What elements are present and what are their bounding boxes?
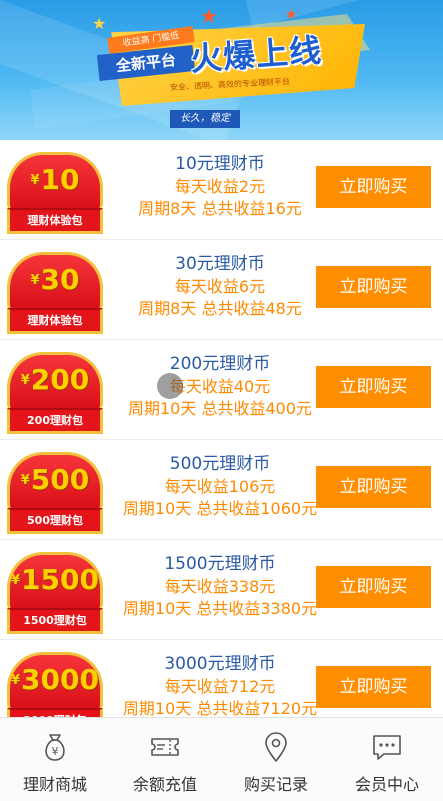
product-info: 1500元理财币 每天收益338元 周期10天 总共收益3380元: [110, 552, 330, 620]
coupon-amount: ¥3000: [11, 663, 99, 696]
product-title: 200元理财币: [169, 354, 271, 374]
star-icon: ★: [285, 7, 298, 23]
coupon-caption: 200理财包: [27, 414, 83, 427]
tab-recharge[interactable]: 余额充值: [110, 718, 220, 801]
product-info: 200元理财币 每天收益40元 周期10天 总共收益400元: [110, 352, 330, 420]
product-daily-income: 每天收益712元: [164, 677, 276, 696]
currency-symbol: ¥: [11, 573, 21, 588]
product-daily-income: 每天收益338元: [164, 577, 276, 596]
coupon-amount: ¥1500: [11, 563, 99, 596]
product-info: 10元理财币 每天收益2元 周期8天 总共收益16元: [110, 152, 330, 220]
product-info: 30元理财币 每天收益6元 周期8天 总共收益48元: [110, 252, 330, 320]
touch-cursor-indicator: [157, 373, 183, 399]
product-daily-income: 每天收益106元: [164, 477, 276, 496]
coupon-amount: ¥30: [30, 263, 80, 296]
tab-purchase-records[interactable]: 购买记录: [221, 718, 331, 801]
buy-now-button[interactable]: 立即购买: [316, 666, 431, 708]
product-item: ¥500 500理财包 500元理财币 每天收益106元 周期10天 总共收益1…: [0, 440, 443, 540]
coupon-badge: ¥30 理财体验包: [7, 252, 103, 334]
buy-now-button[interactable]: 立即购买: [316, 466, 431, 508]
svg-text:¥: ¥: [52, 745, 59, 758]
buy-now-button[interactable]: 立即购买: [316, 266, 431, 308]
product-item: ¥1500 1500理财包 1500元理财币 每天收益338元 周期10天 总共…: [0, 540, 443, 640]
product-item: ¥30 理财体验包 30元理财币 每天收益6元 周期8天 总共收益48元 立即购…: [0, 240, 443, 340]
promo-banner[interactable]: ★ ★ ★ 收益高 门槛低 全新平台 火爆上线 安全、透明、高效的专业理财平台 …: [0, 0, 443, 140]
coupon-badge: ¥1500 1500理财包: [7, 552, 103, 634]
currency-symbol: ¥: [11, 673, 21, 688]
tab-finance-mall[interactable]: ¥ 理财商城: [0, 718, 110, 801]
coupon-badge: ¥500 500理财包: [7, 452, 103, 534]
coupon-amount: ¥10: [30, 163, 80, 196]
product-title: 3000元理财币: [164, 654, 276, 674]
currency-symbol: ¥: [30, 173, 40, 188]
product-title: 30元理财币: [175, 254, 265, 274]
product-title: 500元理财币: [169, 454, 271, 474]
currency-symbol: ¥: [30, 273, 40, 288]
coupon-caption: 1500理财包: [23, 614, 87, 627]
product-period: 周期10天 总共收益3380元: [122, 599, 318, 618]
product-period: 周期8天 总共收益16元: [138, 199, 302, 218]
star-icon: ★: [92, 14, 107, 33]
tab-label: 会员中心: [354, 775, 419, 794]
product-list: ¥10 理财体验包 10元理财币 每天收益2元 周期8天 总共收益16元 立即购…: [0, 140, 443, 740]
location-pin-icon: [265, 732, 287, 762]
coupon-badge: ¥10 理财体验包: [7, 152, 103, 234]
product-period: 周期8天 总共收益48元: [138, 299, 302, 318]
banner-stable-tag: 长久，稳定: [170, 110, 240, 128]
product-title: 10元理财币: [175, 154, 265, 174]
product-info: 500元理财币 每天收益106元 周期10天 总共收益1060元: [110, 452, 330, 520]
product-item: ¥10 理财体验包 10元理财币 每天收益2元 周期8天 总共收益16元 立即购…: [0, 140, 443, 240]
product-daily-income: 每天收益6元: [174, 277, 266, 296]
buy-now-button[interactable]: 立即购买: [316, 166, 431, 208]
ticket-icon: [151, 738, 179, 756]
product-period: 周期10天 总共收益1060元: [122, 499, 318, 518]
product-daily-income: 每天收益40元: [169, 377, 271, 396]
tab-member-center[interactable]: 会员中心: [332, 718, 442, 801]
bottom-tab-bar: ¥ 理财商城 余额充值 购买记录 会员中心: [0, 717, 443, 801]
product-period: 周期10天 总共收益400元: [128, 399, 312, 418]
coupon-caption: 500理财包: [27, 514, 83, 527]
money-bag-icon: ¥: [45, 734, 65, 761]
product-daily-income: 每天收益2元: [174, 177, 266, 196]
coupon-badge: ¥200 200理财包: [7, 352, 103, 434]
buy-now-button[interactable]: 立即购买: [316, 566, 431, 608]
tab-label: 余额充值: [132, 775, 197, 794]
product-item: ¥200 200理财包 200元理财币 每天收益40元 周期10天 总共收益40…: [0, 340, 443, 440]
coupon-caption: 理财体验包: [27, 214, 83, 227]
currency-symbol: ¥: [20, 373, 30, 388]
coupon-caption: 理财体验包: [27, 314, 83, 327]
chat-bubble-icon: [373, 735, 401, 760]
product-info: 3000元理财币 每天收益712元 周期10天 总共收益7120元: [110, 652, 330, 720]
tab-label: 理财商城: [22, 775, 87, 794]
star-icon: ★: [200, 4, 218, 28]
tab-label: 购买记录: [243, 775, 308, 794]
currency-symbol: ¥: [20, 473, 30, 488]
buy-now-button[interactable]: 立即购买: [316, 366, 431, 408]
coupon-amount: ¥500: [20, 463, 90, 496]
product-title: 1500元理财币: [164, 554, 276, 574]
coupon-amount: ¥200: [20, 363, 90, 396]
